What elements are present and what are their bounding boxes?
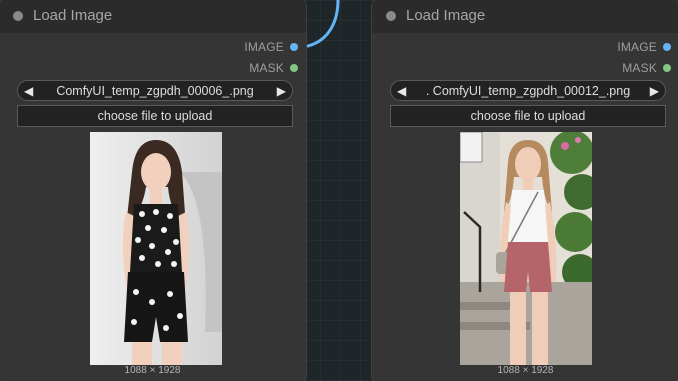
node-title: Load Image [33,7,113,24]
upload-button[interactable]: choose file to upload [17,105,293,127]
image-preview [460,132,592,365]
output-image[interactable]: IMAGE [617,40,671,54]
image-preview-picture [90,132,222,365]
collapse-dot-icon[interactable] [386,11,396,21]
node-header[interactable]: Load Image [372,0,678,33]
image-preview-picture [460,132,592,365]
node-header[interactable]: Load Image [0,0,306,33]
output-label-mask: MASK [622,61,657,75]
output-label-mask: MASK [249,61,284,75]
output-label-image: IMAGE [244,40,284,54]
triangle-left-icon[interactable]: ◀ [397,84,406,98]
output-slot-image-icon[interactable] [290,43,298,51]
node-title: Load Image [406,7,486,24]
output-mask[interactable]: MASK [622,61,671,75]
image-file-value: ComfyUI_temp_zgpdh_00006_.png [56,83,254,98]
output-image[interactable]: IMAGE [244,40,298,54]
upload-button[interactable]: choose file to upload [390,105,666,127]
image-file-value: . ComfyUI_temp_zgpdh_00012_.png [425,83,631,98]
output-mask[interactable]: MASK [249,61,298,75]
triangle-right-icon[interactable]: ▶ [650,84,659,98]
preview-dimensions: 1088 × 1928 [124,365,181,376]
collapse-dot-icon[interactable] [13,11,23,21]
output-slot-image-icon[interactable] [663,43,671,51]
image-file-combo[interactable]: ◀ ComfyUI_temp_zgpdh_00006_.png ▶ [17,80,293,101]
preview-dimensions: 1088 × 1928 [497,365,554,376]
output-slot-mask-icon[interactable] [663,64,671,72]
output-label-image: IMAGE [617,40,657,54]
image-file-combo[interactable]: ◀ . ComfyUI_temp_zgpdh_00012_.png ▶ [390,80,666,101]
output-slot-mask-icon[interactable] [290,64,298,72]
image-preview [90,132,222,365]
triangle-right-icon[interactable]: ▶ [277,84,286,98]
load-image-node[interactable]: Load Image IMAGE MASK ◀ ComfyUI_temp_zgp… [0,0,307,381]
triangle-left-icon[interactable]: ◀ [24,84,33,98]
load-image-node[interactable]: Load Image IMAGE MASK ◀ . ComfyUI_temp_z… [371,0,678,381]
